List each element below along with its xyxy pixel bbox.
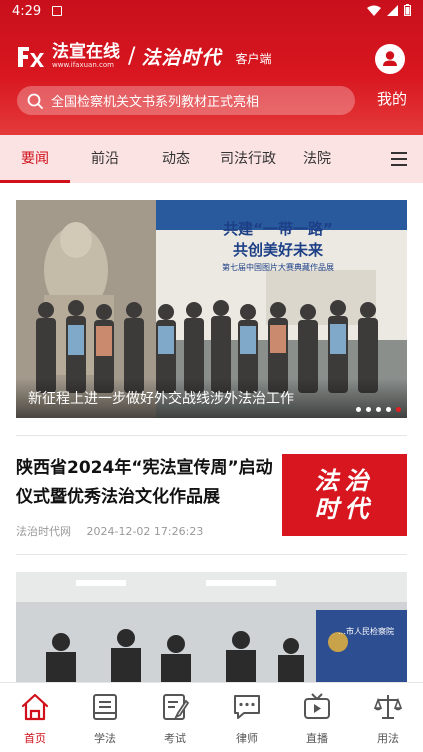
tab-dongtai[interactable]: 动态 <box>140 135 212 183</box>
fx-logo-icon <box>18 46 44 67</box>
news-item[interactable]: 陕西省2024年“宪法宣传周”启动仪式暨优秀法治文化作品展 法治时代网 2024… <box>16 454 407 544</box>
tab-sifa-xingzheng[interactable]: 司法行政 <box>212 135 284 183</box>
nav-exam[interactable]: 考试 <box>140 683 210 752</box>
tab-qianyan[interactable]: 前沿 <box>70 135 140 183</box>
nav-study[interactable]: 学法 <box>70 683 140 752</box>
news-title[interactable]: 陕西省2024年“宪法宣传周”启动仪式暨优秀法治文化作品展 <box>16 454 274 512</box>
menu-icon[interactable] <box>391 152 407 166</box>
tv-icon <box>304 693 330 719</box>
search-bar[interactable]: 全国检察机关文书系列教材正式亮相 <box>17 86 355 115</box>
nav-exam-label: 考试 <box>164 732 186 745</box>
carousel-dot-active[interactable] <box>396 407 401 412</box>
nav-live-label: 直播 <box>306 732 328 745</box>
news-photo-sign: …市人民检察院 <box>338 626 394 636</box>
divider <box>16 554 407 555</box>
banner-carousel[interactable]: 共建“一带一路” 共创美好未来 第七届中国图片大赛典藏作品展 新征程上进一步做好… <box>16 200 407 418</box>
category-tabs: 要闻 前沿 动态 司法行政 法院 <box>0 135 423 183</box>
status-time: 4:29 <box>12 4 42 19</box>
bottom-navigation: 首页 学法 考试 律师 直播 用法 <box>0 682 423 752</box>
status-bar: 4:29 <box>0 0 423 24</box>
nav-apply-law-label: 用法 <box>377 732 399 745</box>
carousel-dot[interactable] <box>356 407 361 412</box>
news-photo-image: …市人民检察院 <box>16 572 407 682</box>
thumb-text-line2: 时代 <box>314 494 375 523</box>
wifi-icon <box>367 5 381 16</box>
carousel-dot[interactable] <box>386 407 391 412</box>
nav-lawyer[interactable]: 律师 <box>212 683 282 752</box>
user-icon <box>383 51 397 66</box>
news-thumbnail[interactable]: 法治 时代 <box>282 454 407 536</box>
nav-home[interactable]: 首页 <box>0 683 70 752</box>
status-icons <box>367 4 411 16</box>
banner-board-line3: 第七届中国图片大赛典藏作品展 <box>222 262 334 272</box>
user-avatar-button[interactable] <box>375 44 405 74</box>
exam-icon <box>163 694 190 720</box>
search-placeholder: 全国检察机关文书系列教材正式亮相 <box>51 95 260 110</box>
nav-apply-law[interactable]: 用法 <box>353 683 423 752</box>
brand-calligraphy: 法治时代 <box>141 47 222 69</box>
banner-board-line2: 共创美好未来 <box>233 241 324 259</box>
header: 4:29 法宣在线 www.ifaxuan.com / 法治时代 客户端 我的 … <box>0 0 423 135</box>
chat-icon <box>234 695 260 719</box>
tabs-overflow-fade <box>356 135 384 183</box>
nav-live[interactable]: 直播 <box>282 683 352 752</box>
news-photo[interactable]: …市人民检察院 <box>16 572 407 682</box>
brand-slash: / <box>128 44 136 69</box>
banner-board-line1: 共建“一带一路” <box>223 220 333 238</box>
active-tab-indicator <box>0 180 70 183</box>
my-account-label[interactable]: 我的 <box>377 88 407 109</box>
banner-title[interactable]: 新征程上进一步做好外交战线涉外法治工作 <box>28 388 294 408</box>
thumb-text-line1: 法治 <box>314 466 375 495</box>
scales-icon <box>373 695 403 719</box>
nav-study-label: 学法 <box>94 732 116 745</box>
carousel-dot[interactable] <box>376 407 381 412</box>
news-meta: 法治时代网 2024-12-02 17:26:23 <box>16 523 203 539</box>
brand-client-label: 客户端 <box>235 52 272 66</box>
search-icon <box>27 93 43 109</box>
brand-url: www.ifaxuan.com <box>52 61 114 69</box>
book-icon <box>93 694 117 720</box>
battery-icon <box>404 4 411 16</box>
news-datetime: 2024-12-02 17:26:23 <box>86 525 204 538</box>
notification-icon <box>52 6 62 16</box>
brand-text: 法宣在线 www.ifaxuan.com <box>52 43 120 70</box>
brand-name: 法宣在线 <box>52 42 120 62</box>
carousel-dots <box>356 407 401 412</box>
tab-yaowen[interactable]: 要闻 <box>0 135 70 183</box>
news-source: 法治时代网 <box>16 525 71 538</box>
signal-icon <box>387 4 398 16</box>
divider <box>16 435 407 436</box>
tab-fayuan[interactable]: 法院 <box>284 135 350 183</box>
brand-logo: 法宣在线 www.ifaxuan.com / 法治时代 客户端 <box>16 43 271 70</box>
nav-home-label: 首页 <box>24 732 46 745</box>
home-icon <box>21 693 49 721</box>
nav-lawyer-label: 律师 <box>236 732 258 745</box>
app-root: 4:29 法宣在线 www.ifaxuan.com / 法治时代 客户端 我的 … <box>0 0 423 752</box>
carousel-dot[interactable] <box>366 407 371 412</box>
